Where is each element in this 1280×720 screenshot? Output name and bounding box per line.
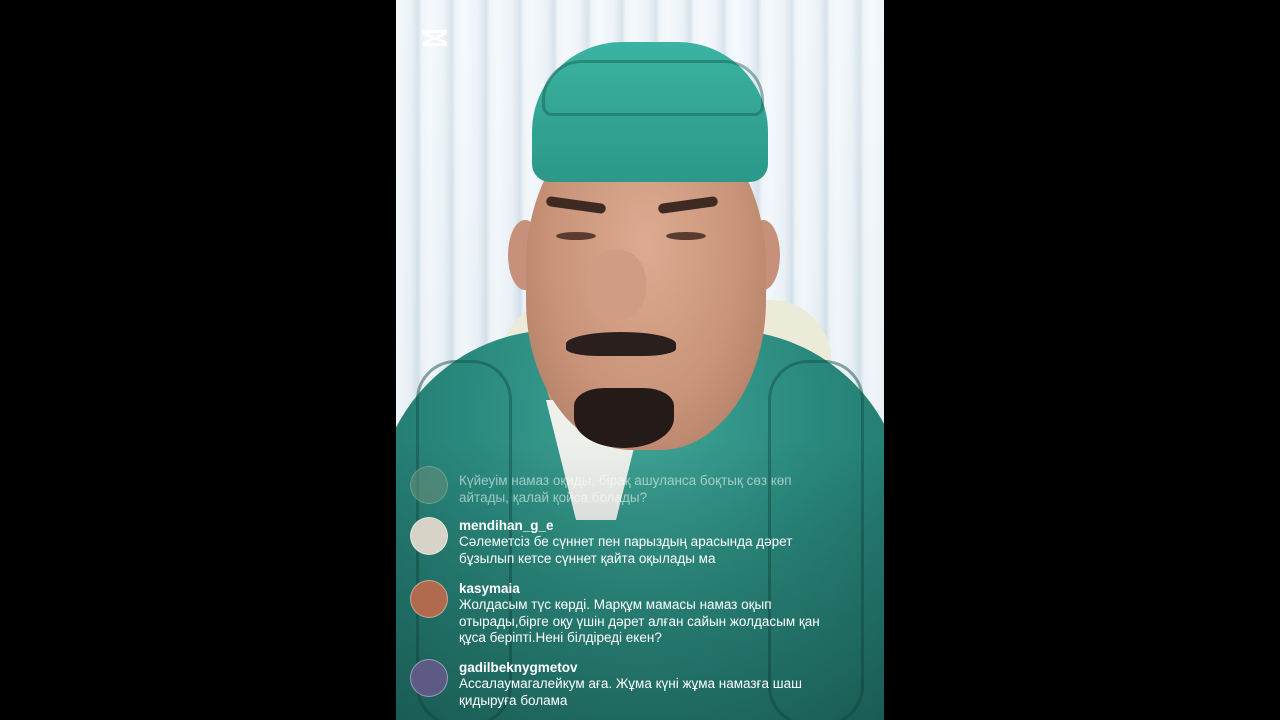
live-comment: gadilbeknygmetov Ассалаумагалейкум аға. …	[410, 659, 830, 709]
comment-username[interactable]: mendihan_g_e	[459, 517, 830, 534]
comment-text: Жолдасым түс көрді. Марқұм мамасы намаз …	[459, 597, 820, 645]
comment-username[interactable]: gadilbeknygmetov	[459, 659, 830, 676]
avatar[interactable]	[410, 659, 448, 697]
live-comment: mendihan_g_e Сәлеметсіз бе сүннет пен па…	[410, 517, 830, 567]
live-video-frame: Күйеуім намаз оқиды, бірақ ашуланса боқт…	[396, 0, 884, 720]
video-stage: Күйеуім намаз оқиды, бірақ ашуланса боқт…	[0, 0, 1280, 720]
live-comment: Күйеуім намаз оқиды, бірақ ашуланса боқт…	[410, 466, 830, 506]
comment-text: Күйеуім намаз оқиды, бірақ ашуланса боқт…	[459, 473, 792, 505]
comment-text: Сәлеметсіз бе сүннет пен парыздың арасын…	[459, 534, 793, 566]
avatar[interactable]	[410, 580, 448, 618]
comment-text: Ассалаумагалейкум аға. Жұма күні жұма на…	[459, 676, 802, 708]
capcut-logo-icon	[420, 26, 450, 50]
avatar[interactable]	[410, 517, 448, 555]
avatar[interactable]	[410, 466, 448, 504]
live-comment: kasymaia Жолдасым түс көрді. Марқұм мама…	[410, 580, 830, 647]
comment-username[interactable]: kasymaia	[459, 580, 830, 597]
